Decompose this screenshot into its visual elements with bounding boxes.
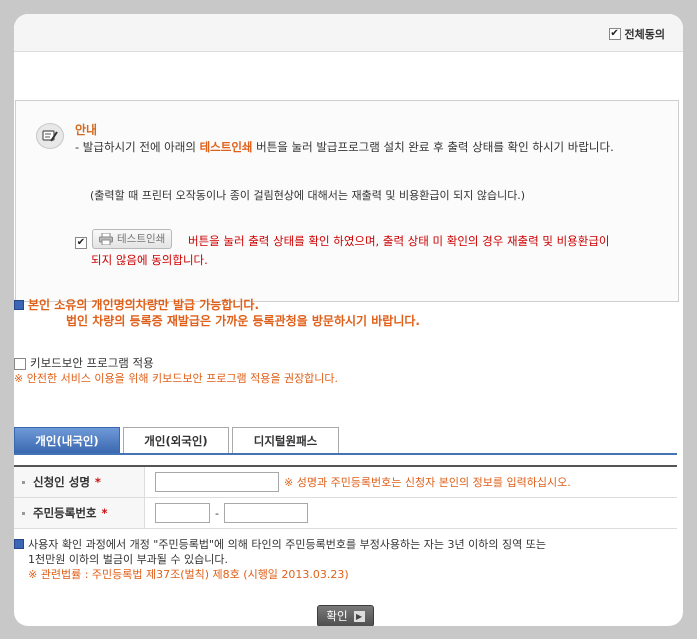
test-print-label: 테스트인쇄 xyxy=(117,232,166,245)
legal-notice: 사용자 확인 과정에서 개정 "주민등록법"에 의해 타인의 주민등록번호를 부… xyxy=(14,537,674,582)
agree-all-checkbox[interactable]: ✔ 전체동의 xyxy=(608,26,665,42)
keyboard-security-label: 키보드보안 프로그램 적용 xyxy=(30,356,154,370)
name-input[interactable] xyxy=(155,472,279,492)
keyboard-security-checkbox[interactable]: 키보드보안 프로그램 적용 xyxy=(14,356,338,371)
bullet-square-icon xyxy=(14,539,24,549)
confirm-label: 확인 xyxy=(326,609,348,623)
warning-line2: 법인 차량의 등록증 재발급은 가까운 등록관청을 방문하시기 바랍니다. xyxy=(66,314,420,328)
tab-digital-onepass[interactable]: 디지털원패스 xyxy=(232,427,339,453)
required-mark: * xyxy=(101,506,108,520)
bullet-square-icon xyxy=(14,300,24,310)
keyboard-security: 키보드보안 프로그램 적용 ※ 안전한 서비스 이용을 위해 키보드보안 프로그… xyxy=(14,356,338,386)
test-agree-checkbox[interactable]: ✔ xyxy=(75,237,87,249)
tab-korean[interactable]: 개인(내국인) xyxy=(14,427,120,453)
test-print-button[interactable]: 테스트인쇄 xyxy=(92,229,173,249)
id-back-input[interactable] xyxy=(223,503,308,523)
legal-line1-row: 사용자 확인 과정에서 개정 "주민등록법"에 의해 타인의 주민등록번호를 부… xyxy=(14,537,674,552)
applicant-form: 신청인 성명 * ※ 성명과 주민등록번호는 신청자 본인의 정보를 입력하십시… xyxy=(14,465,677,529)
bullet-dot-icon xyxy=(22,511,25,515)
name-cell: ※ 성명과 주민등록번호는 신청자 본인의 정보를 입력하십시오. xyxy=(145,467,571,497)
notice-body: - 발급하시기 전에 아래의 테스트인쇄 버튼을 눌러 발급프로그램 설치 완료… xyxy=(75,138,665,157)
checkbox-checked-icon[interactable]: ✔ xyxy=(608,28,621,40)
agree-all-label: 전체동의 xyxy=(624,28,665,41)
form-row-id: 주민등록번호 * - xyxy=(14,498,677,529)
keyboard-security-note: ※ 안전한 서비스 이용을 위해 키보드보안 프로그램 적용을 권장합니다. xyxy=(14,372,339,385)
id-cell: - xyxy=(145,498,308,528)
form-row-name: 신청인 성명 * ※ 성명과 주민등록번호는 신청자 본인의 정보를 입력하십시… xyxy=(14,467,677,498)
notice-pencil-icon xyxy=(36,123,64,149)
legal-line3: ※ 관련법률 : 주민등록법 제37조(벌칙) 제8호 (시행일 2013.03… xyxy=(28,568,349,581)
ownership-warning: 본인 소유의 개인명의차량만 발급 가능합니다. 법인 차량의 등록증 재발급은… xyxy=(14,297,420,329)
checkbox-icon[interactable] xyxy=(14,357,26,370)
notice-box: 안내 - 발급하시기 전에 아래의 테스트인쇄 버튼을 눌러 발급프로그램 설치… xyxy=(15,100,679,302)
id-front-input[interactable] xyxy=(155,503,210,523)
warning-line1: 본인 소유의 개인명의차량만 발급 가능합니다. xyxy=(28,298,260,312)
id-separator: - xyxy=(215,506,219,520)
id-label-text: 주민등록번호 xyxy=(33,506,97,520)
arrow-right-icon: ▶ xyxy=(353,610,365,622)
printer-icon xyxy=(99,233,113,245)
notice-sub: (출력할 때 프린터 오작동이나 종이 걸림현상에 대해서는 재출력 및 비용환… xyxy=(90,189,526,202)
notice-line1-post: 버튼을 눌러 발급프로그램 설치 완료 후 출력 상태를 확인 하시기 바랍니다… xyxy=(252,140,614,154)
notice-line1-pre: - 발급하시기 전에 아래의 xyxy=(75,140,200,154)
test-confirm-text2: 되지 않음에 동의합니다. xyxy=(91,253,208,267)
main-panel: ✔ 전체동의 안내 - 발급하시기 전에 아래의 테스트인쇄 버튼을 눌러 발급… xyxy=(14,14,683,626)
id-label: 주민등록번호 * xyxy=(14,498,145,528)
notice-line1-highlight: 테스트인쇄 xyxy=(199,140,253,154)
legal-line2: 1천만원 이하의 벌금이 부과될 수 있습니다. xyxy=(28,553,229,566)
legal-line1: 사용자 확인 과정에서 개정 "주민등록법"에 의해 타인의 주민등록번호를 부… xyxy=(28,538,546,551)
test-print-agree-row: ✔ 테스트인쇄 버튼을 눌러 출력 상태를 확인 하였으며, 출력 상태 미 확… xyxy=(75,229,665,270)
agree-bar: ✔ 전체동의 xyxy=(14,14,683,52)
tab-bar: 개인(내국인) 개인(외국인) 디지털원패스 xyxy=(14,427,677,455)
tab-foreigner[interactable]: 개인(외국인) xyxy=(123,427,229,453)
required-mark: * xyxy=(94,475,101,489)
bullet-dot-icon xyxy=(22,480,25,484)
notice-title: 안내 xyxy=(75,123,98,137)
name-note: ※ 성명과 주민등록번호는 신청자 본인의 정보를 입력하십시오. xyxy=(284,476,571,489)
confirm-button[interactable]: 확인 ▶ xyxy=(317,605,374,626)
name-label: 신청인 성명 * xyxy=(14,467,145,497)
name-label-text: 신청인 성명 xyxy=(33,475,90,489)
